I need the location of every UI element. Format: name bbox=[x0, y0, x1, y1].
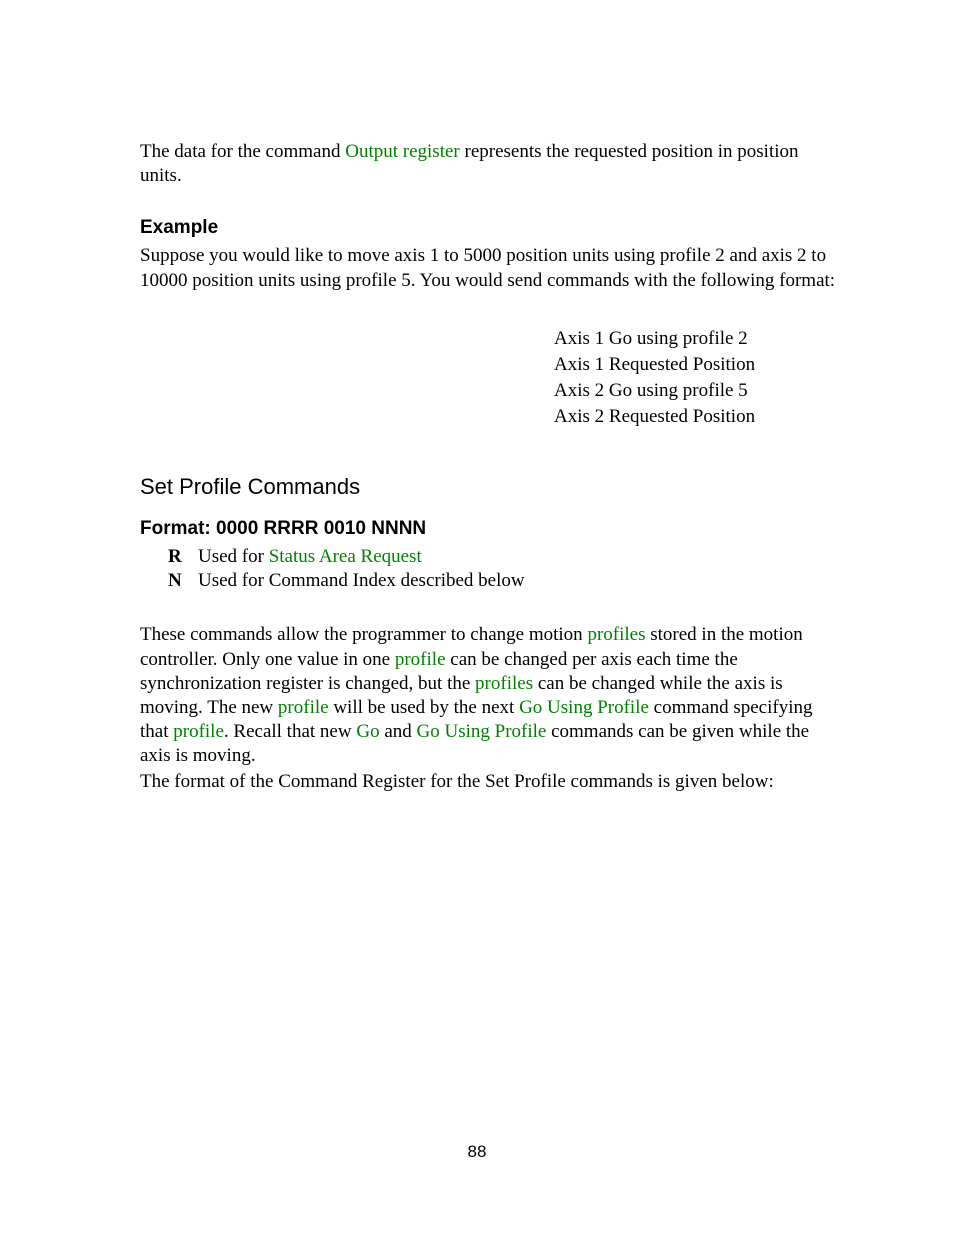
link-profile[interactable]: profile bbox=[173, 721, 224, 742]
section-heading: Set Profile Commands bbox=[140, 473, 844, 501]
link-go[interactable]: Go bbox=[356, 721, 379, 742]
intro-paragraph: The data for the command Output register… bbox=[140, 140, 844, 188]
text: Used for Command Index described below bbox=[198, 570, 525, 591]
text: The data for the command bbox=[140, 141, 345, 162]
definition-letter: N bbox=[168, 569, 198, 593]
page-number: 88 bbox=[0, 1142, 954, 1162]
example-body: Suppose you would like to move axis 1 to… bbox=[140, 244, 844, 292]
text: . Recall that new bbox=[224, 721, 356, 742]
link-go-using-profile[interactable]: Go Using Profile bbox=[519, 697, 649, 718]
example-line: Axis 1 Requested Position bbox=[554, 353, 844, 377]
link-profiles[interactable]: profiles bbox=[587, 624, 645, 645]
example-line: Axis 2 Go using profile 5 bbox=[554, 379, 844, 403]
link-profile[interactable]: profile bbox=[395, 649, 446, 670]
link-profile[interactable]: profile bbox=[278, 697, 329, 718]
body-paragraph-2: The format of the Command Register for t… bbox=[140, 770, 844, 794]
body-paragraph-1: These commands allow the programmer to c… bbox=[140, 623, 844, 768]
definition-text: Used for Status Area Request bbox=[198, 545, 422, 569]
link-status-area-request[interactable]: Status Area Request bbox=[269, 546, 422, 567]
link-go-using-profile[interactable]: Go Using Profile bbox=[417, 721, 547, 742]
text: will be used by the next bbox=[329, 697, 520, 718]
text: and bbox=[380, 721, 417, 742]
example-heading: Example bbox=[140, 216, 844, 240]
text: Used for bbox=[198, 546, 269, 567]
format-heading: Format: 0000 RRRR 0010 NNNN bbox=[140, 517, 844, 541]
definition-row: R Used for Status Area Request bbox=[168, 545, 844, 569]
document-page: The data for the command Output register… bbox=[0, 0, 954, 794]
definition-text: Used for Command Index described below bbox=[198, 569, 525, 593]
example-line: Axis 1 Go using profile 2 bbox=[554, 327, 844, 351]
example-command-list: Axis 1 Go using profile 2 Axis 1 Request… bbox=[554, 327, 844, 430]
link-output-register[interactable]: Output register bbox=[345, 141, 460, 162]
definition-row: N Used for Command Index described below bbox=[168, 569, 844, 593]
definition-letter: R bbox=[168, 545, 198, 569]
text: These commands allow the programmer to c… bbox=[140, 624, 587, 645]
link-profiles[interactable]: profiles bbox=[475, 673, 533, 694]
example-line: Axis 2 Requested Position bbox=[554, 405, 844, 429]
